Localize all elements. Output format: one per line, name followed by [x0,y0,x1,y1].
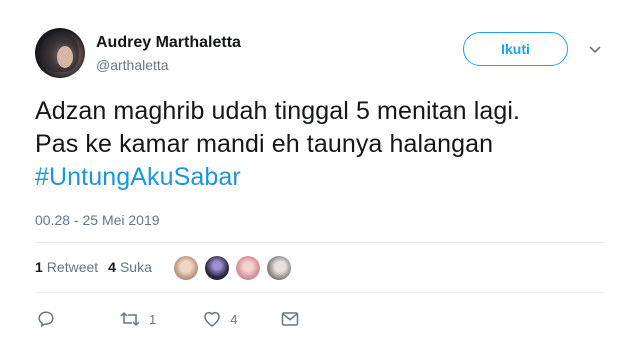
like-stat[interactable]: 4 Suka [108,259,152,275]
envelope-icon [282,312,299,326]
tweet-timestamp[interactable]: 00.28 - 25 Mei 2019 [35,212,160,228]
tweet-text-line: Pas ke kamar mandi eh taunya halangan [35,130,494,158]
retweet-button[interactable]: 1 [119,310,156,328]
like-label: Suka [119,259,152,275]
action-bar: 1 4 [35,310,299,328]
divider [35,242,605,243]
retweet-icon [120,311,140,327]
engagement-stats: 1 Retweet 4 Suka [35,259,162,275]
display-name[interactable]: Audrey Marthaletta [96,34,241,52]
retweet-label: Retweet [46,259,99,275]
hashtag-link[interactable]: #UntungAkuSabar [35,161,615,194]
message-button[interactable] [281,311,299,327]
tweet-text: Adzan maghrib udah tinggal 5 menitan lag… [35,95,615,194]
like-button[interactable]: 4 [202,310,237,328]
retweet-action-count: 1 [149,311,157,327]
reply-icon [38,311,54,327]
liker-avatar[interactable] [205,256,229,280]
retweet-stat[interactable]: 1 Retweet [35,259,98,275]
avatar-face [57,46,73,68]
follow-button[interactable]: Ikuti [463,32,568,66]
retweet-count: 1 [35,259,43,275]
user-handle[interactable]: @arthaletta [96,57,169,73]
avatar[interactable] [35,28,85,78]
divider [35,292,605,293]
liker-avatar[interactable] [236,256,260,280]
reply-button[interactable] [37,310,55,328]
tweet-text-line: Adzan maghrib udah tinggal 5 menitan lag… [35,97,521,125]
like-action-count: 4 [230,311,238,327]
chevron-down-icon[interactable] [589,45,601,55]
likers-avatars [174,256,298,280]
liker-avatar[interactable] [174,256,198,280]
heart-icon [204,311,220,327]
liker-avatar[interactable] [267,256,291,280]
like-count: 4 [108,259,116,275]
tweet-card: Audrey Marthaletta @arthaletta Ikuti Adz… [0,0,640,360]
